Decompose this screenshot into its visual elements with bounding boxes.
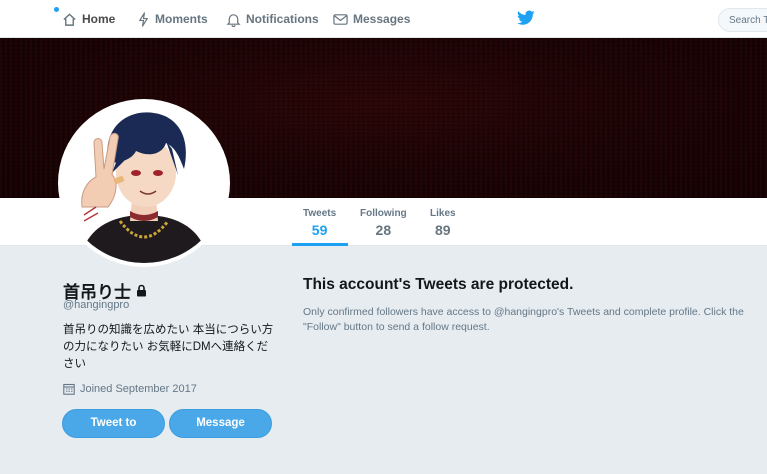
avatar[interactable] bbox=[58, 99, 230, 267]
nav-moments[interactable]: Moments bbox=[137, 0, 208, 38]
nav-home[interactable]: Home bbox=[62, 0, 115, 38]
stat-likes-value: 89 bbox=[435, 222, 451, 238]
tweet-to-button[interactable]: Tweet to bbox=[62, 409, 165, 438]
nav-notifications[interactable]: Notifications bbox=[226, 0, 319, 38]
stat-tweets-label: Tweets bbox=[303, 208, 337, 219]
stat-likes-label: Likes bbox=[430, 208, 456, 219]
twitter-bird-icon[interactable] bbox=[517, 10, 535, 26]
message-button[interactable]: Message bbox=[169, 409, 272, 438]
stat-following-value: 28 bbox=[375, 222, 392, 238]
protected-body: Only confirmed followers have access to … bbox=[303, 306, 744, 333]
nav-notifications-label: Notifications bbox=[246, 12, 319, 26]
bell-icon bbox=[226, 13, 241, 27]
active-tab-underline bbox=[292, 243, 348, 246]
nav-home-label: Home bbox=[82, 12, 116, 26]
avatar-image bbox=[62, 103, 226, 263]
nav-messages-label: Messages bbox=[353, 12, 411, 26]
home-icon bbox=[63, 12, 76, 26]
calendar-icon bbox=[63, 383, 75, 395]
stat-following-label: Following bbox=[360, 208, 407, 219]
profile-bio: 首吊りの知識を広めたい 本当につらい方の力になりたい お気軽にDMへ連絡ください bbox=[63, 324, 274, 370]
search-input[interactable]: Search Twitter bbox=[718, 8, 767, 32]
profile-joined: Joined September 2017 bbox=[63, 383, 197, 395]
stat-likes[interactable]: Likes 89 bbox=[430, 208, 456, 238]
top-nav: Home Moments Notifications Messages Sear… bbox=[0, 0, 767, 38]
envelope-icon bbox=[333, 13, 348, 25]
profile-handle[interactable]: @hangingpro bbox=[63, 299, 129, 311]
new-indicator-dot bbox=[54, 7, 59, 12]
stat-tweets-value: 59 bbox=[311, 222, 328, 238]
lightning-icon bbox=[139, 11, 148, 27]
protected-title: This account's Tweets are protected. bbox=[303, 276, 574, 293]
nav-messages[interactable]: Messages bbox=[333, 0, 410, 38]
lock-icon bbox=[137, 284, 146, 297]
nav-moments-label: Moments bbox=[155, 12, 208, 26]
stat-following[interactable]: Following 28 bbox=[360, 208, 407, 238]
stat-tweets[interactable]: Tweets 59 bbox=[303, 208, 336, 238]
profile-joined-text: Joined September 2017 bbox=[80, 383, 197, 395]
